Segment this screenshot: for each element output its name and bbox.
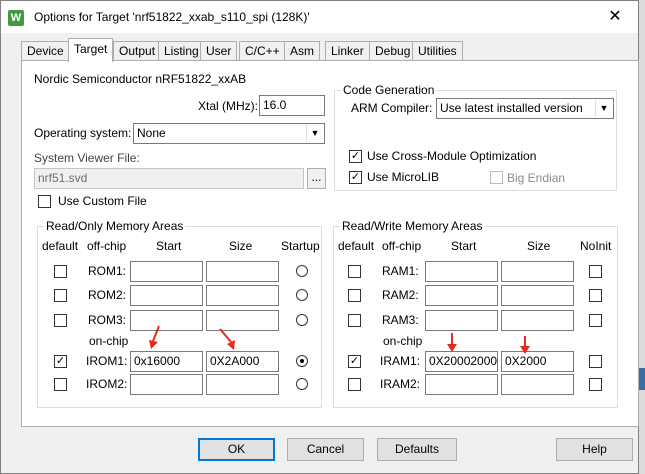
annotation-arrow-irom1-start: [149, 325, 160, 349]
cancel-button[interactable]: Cancel: [287, 438, 364, 461]
tab-output[interactable]: Output: [113, 41, 162, 61]
ok-button[interactable]: OK: [198, 438, 275, 461]
keil-app-icon: W: [8, 10, 24, 26]
tab-cc[interactable]: C/C++: [239, 41, 286, 61]
tab-user[interactable]: User: [200, 41, 238, 61]
tab-utilities[interactable]: Utilities: [412, 41, 463, 61]
tab-linker[interactable]: Linker: [325, 41, 370, 61]
target-tab-page: Nordic Semiconductor nRF51822_xxAB Xtal …: [21, 60, 639, 427]
options-dialog: W Options for Target 'nrf51822_xxab_s110…: [0, 0, 639, 474]
tab-listing[interactable]: Listing: [158, 41, 205, 61]
tab-target[interactable]: Target: [68, 38, 114, 62]
tab-asm[interactable]: Asm: [284, 41, 320, 61]
annotation-arrow-iram1-size: [520, 336, 530, 354]
window-title: Options for Target 'nrf51822_xxab_s110_s…: [34, 10, 310, 24]
annotation-arrow-iram1-start: [447, 333, 457, 352]
defaults-button[interactable]: Defaults: [377, 438, 457, 461]
close-icon[interactable]: ✕: [592, 1, 638, 33]
title-bar: W Options for Target 'nrf51822_xxab_s110…: [1, 1, 638, 33]
annotation-arrows: [149, 325, 530, 354]
tab-device[interactable]: Device: [21, 41, 70, 61]
help-button[interactable]: Help: [556, 438, 633, 461]
annotation-arrow-irom1-size: [219, 328, 235, 350]
tab-debug[interactable]: Debug: [369, 41, 417, 61]
